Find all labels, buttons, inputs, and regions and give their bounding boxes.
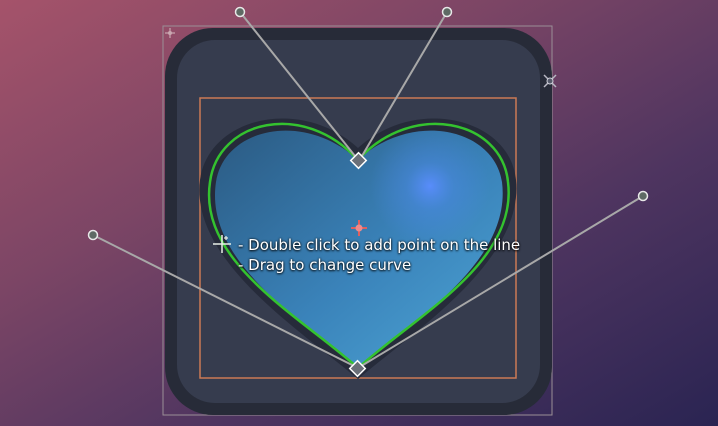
corner-pivot-icon[interactable] xyxy=(165,28,175,38)
editor-canvas[interactable] xyxy=(0,0,718,426)
control-handle[interactable] xyxy=(87,229,99,241)
control-handle[interactable] xyxy=(234,6,246,18)
crosshair-cursor-icon xyxy=(213,235,231,253)
hint-double-click: - Double click to add point on the line xyxy=(238,236,521,254)
control-handle[interactable] xyxy=(441,6,453,18)
control-handle[interactable] xyxy=(637,190,649,202)
hint-drag-curve: - Drag to change curve xyxy=(238,256,412,274)
